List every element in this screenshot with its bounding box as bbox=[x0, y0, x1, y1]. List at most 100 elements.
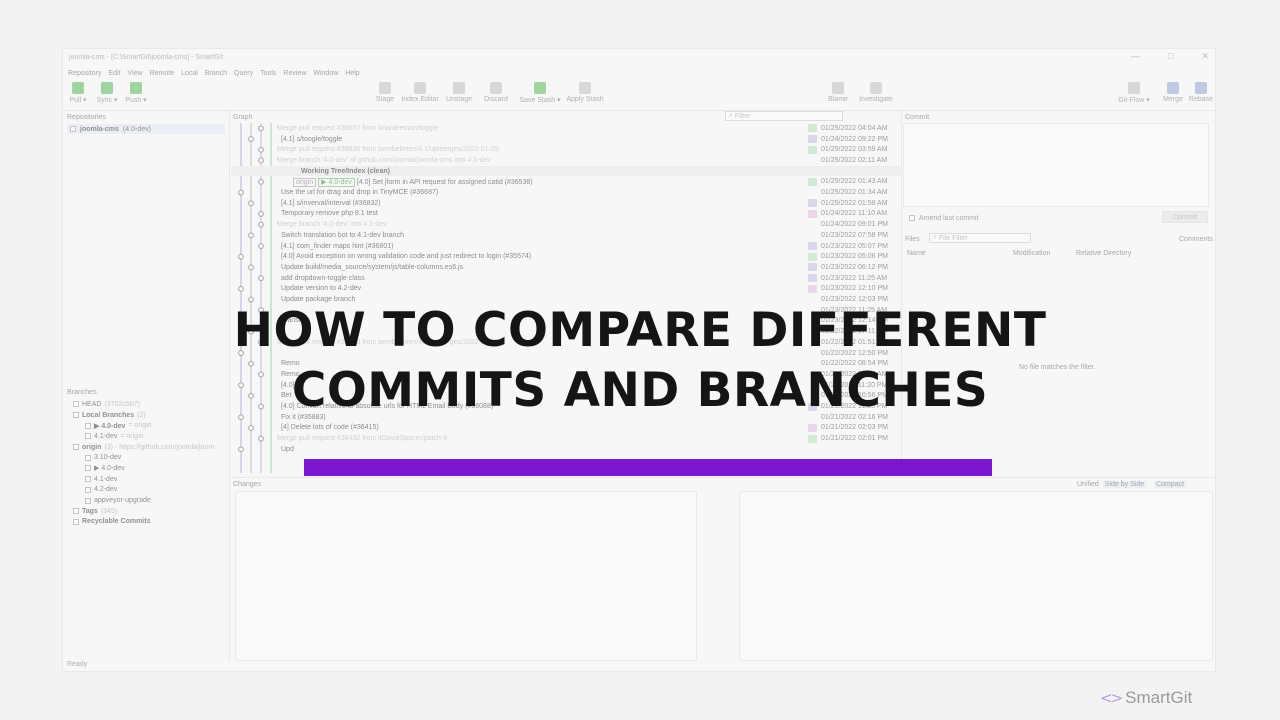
blame-button[interactable]: Blame bbox=[819, 81, 857, 103]
commit-message-input[interactable] bbox=[903, 123, 1209, 207]
video-title-line-1: HOW TO COMPARE DIFFERENT bbox=[233, 303, 1047, 358]
repository-item[interactable]: joomla-cms (4.0-dev) bbox=[67, 124, 225, 134]
branch-item[interactable]: origin (3) - https://github.com/joomla/jo… bbox=[67, 442, 227, 453]
rebase-button[interactable]: Rebase bbox=[1182, 81, 1215, 103]
branch-checkbox[interactable] bbox=[85, 433, 91, 440]
branch-item[interactable]: Tags (345) bbox=[67, 506, 227, 517]
commit-row[interactable]: add dropdown-toggle class 01/23/2022 11:2… bbox=[231, 273, 901, 284]
commit-row[interactable]: Update version to 4.2-dev 01/23/2022 12:1… bbox=[231, 284, 901, 295]
commit-row[interactable]: Merge pull request #36432 from itDavidSp… bbox=[231, 433, 901, 444]
side-by-side-view-button[interactable]: Side by Side bbox=[1102, 480, 1147, 488]
maximize-button[interactable]: □ bbox=[1168, 51, 1173, 62]
branch-checkbox[interactable] bbox=[85, 476, 91, 483]
author-avatar bbox=[808, 209, 817, 218]
close-button[interactable]: ✕ bbox=[1201, 51, 1209, 62]
git-flow-button[interactable]: Git-Flow ▾ bbox=[1113, 81, 1155, 104]
branch-item[interactable]: Recyclable Commits bbox=[67, 517, 227, 528]
commit-message: [4.1] com_finder maps hint (#36801) bbox=[281, 242, 394, 250]
commit-date: 01/23/2022 05:06 PM bbox=[821, 253, 888, 261]
commit-row[interactable]: Use the url for drag and drop in TinyMCE… bbox=[231, 187, 901, 198]
col-modification[interactable]: Modification bbox=[1013, 250, 1050, 257]
commit-row[interactable]: [4.1] com_finder maps hint (#36801) 01/23… bbox=[231, 241, 901, 252]
branch-item[interactable]: 4.1-dev = origin bbox=[67, 431, 227, 442]
menu-remote[interactable]: Remote bbox=[150, 70, 175, 77]
author-avatar bbox=[808, 135, 817, 144]
branch-item[interactable]: ▶ 4.0-dev bbox=[67, 463, 227, 474]
branch-item[interactable]: 4.1-dev bbox=[67, 474, 227, 485]
commit-row[interactable]: Merge pull request #36637 from brianteem… bbox=[231, 123, 901, 134]
discard-button[interactable]: Discard bbox=[477, 81, 515, 103]
menu-review[interactable]: Review bbox=[283, 70, 306, 77]
menu-branch[interactable]: Branch bbox=[205, 70, 227, 77]
commit-row[interactable]: Update build/media_source/system/js/tabl… bbox=[231, 262, 901, 273]
investigate-button[interactable]: Investigate bbox=[854, 81, 898, 103]
branch-checkbox[interactable] bbox=[73, 508, 79, 515]
branch-checkbox[interactable] bbox=[85, 454, 91, 461]
branch-checkbox[interactable] bbox=[73, 518, 79, 525]
commit-message: Merge pull request #36636 from bembelime… bbox=[277, 146, 499, 154]
branch-checkbox[interactable] bbox=[85, 465, 91, 472]
push-button[interactable]: Push ▾ bbox=[117, 81, 155, 104]
commit-date: 01/23/2022 12:03 PM bbox=[821, 296, 888, 304]
commit-row[interactable]: Merge pull request #36636 from bembelime… bbox=[231, 144, 901, 155]
commit-row[interactable]: Merge branch '4.0-dev' of github.com/joo… bbox=[231, 155, 901, 166]
branch-item[interactable]: 3.10-dev bbox=[67, 452, 227, 463]
branch-checkbox[interactable] bbox=[85, 497, 91, 504]
index-editor-button[interactable]: Index Editor bbox=[401, 81, 439, 103]
menu-local[interactable]: Local bbox=[181, 70, 198, 77]
commit-row[interactable]: [4] Delete lots of code (#36415) 01/21/20… bbox=[231, 423, 901, 434]
branch-item[interactable]: 4.2-dev bbox=[67, 485, 227, 496]
menu-tools[interactable]: Tools bbox=[260, 70, 276, 77]
file-filter-input[interactable]: ⌕ File Filter bbox=[929, 233, 1031, 243]
graph-filter-input[interactable]: ⌕ Filter bbox=[725, 111, 843, 121]
unified-view-button[interactable]: Unified bbox=[1077, 481, 1099, 488]
commit-button[interactable]: Commit bbox=[1162, 211, 1208, 223]
col-relative-directory[interactable]: Relative Directory bbox=[1076, 250, 1131, 257]
commit-row[interactable]: Temporary remove php 8.1 test 01/24/2022 … bbox=[231, 209, 901, 220]
commit-row[interactable]: Working Tree/Index (clean) bbox=[231, 165, 901, 177]
menu-edit[interactable]: Edit bbox=[108, 70, 120, 77]
branch-label: origin bbox=[82, 443, 102, 451]
commit-message: Temporary remove php 8.1 test bbox=[281, 210, 378, 218]
comments-toggle[interactable]: Comments bbox=[1179, 234, 1213, 244]
menu-help[interactable]: Help bbox=[345, 70, 359, 77]
toolbar: Pull ▾ Sync ▾ Push ▾ Stage Index Editor … bbox=[63, 81, 1215, 107]
stage-button[interactable]: Stage bbox=[366, 81, 404, 103]
commit-row[interactable]: Merge branch '4.0-dev' into 4.1-dev 01/24… bbox=[231, 219, 901, 230]
menu-view[interactable]: View bbox=[128, 70, 143, 77]
compact-button[interactable]: Compact bbox=[1154, 480, 1187, 488]
commit-row[interactable]: Switch translation bot to 4.1-dev branch… bbox=[231, 230, 901, 241]
branch-item[interactable]: ▶ 4.0-dev = origin bbox=[67, 420, 227, 431]
commit-message: Use the url for drag and drop in TinyMCE… bbox=[281, 189, 439, 197]
commit-row[interactable]: Upd bbox=[231, 444, 901, 455]
rebase-icon bbox=[1195, 82, 1207, 94]
col-name[interactable]: Name bbox=[907, 250, 926, 257]
repo-checkbox[interactable] bbox=[70, 126, 76, 132]
branch-checkbox[interactable] bbox=[85, 422, 91, 429]
unstage-button[interactable]: Unstage bbox=[440, 81, 478, 103]
menu-window[interactable]: Window bbox=[313, 70, 338, 77]
commit-message: [4] Delete lots of code (#36415) bbox=[281, 424, 379, 432]
branch-label: 4.1-dev bbox=[94, 432, 118, 440]
ref-label[interactable]: origin bbox=[293, 177, 317, 187]
commit-row[interactable]: [4.1] s/toogle/toggle 01/24/2022 09:22 PM bbox=[231, 134, 901, 145]
branch-item[interactable]: appveyor-upgrade bbox=[67, 495, 227, 506]
save-stash-button[interactable]: Save Stash ▾ bbox=[518, 81, 562, 104]
menu-query[interactable]: Query bbox=[234, 70, 253, 77]
branch-label: Tags bbox=[82, 507, 98, 515]
amend-last-commit[interactable]: Amend last commit bbox=[909, 213, 979, 223]
menu-repository[interactable]: Repository bbox=[68, 70, 101, 77]
commit-row[interactable]: [4.1] s/inverval/interval (#36832) 01/25/… bbox=[231, 198, 901, 209]
branch-info: = origin bbox=[128, 422, 152, 430]
commit-date: 01/25/2022 01:43 AM bbox=[821, 178, 888, 186]
amend-checkbox[interactable] bbox=[909, 215, 915, 221]
branch-checkbox[interactable] bbox=[73, 444, 79, 451]
minimize-button[interactable]: — bbox=[1131, 51, 1140, 62]
branch-label: 3.10-dev bbox=[94, 454, 122, 462]
apply-stash-button[interactable]: Apply Stash bbox=[563, 81, 607, 103]
push-icon bbox=[130, 82, 142, 94]
commit-row[interactable]: origin ▶ 4.0-dev [4.0] Set jform in API re… bbox=[231, 177, 901, 188]
ref-label[interactable]: ▶ 4.0-dev bbox=[318, 177, 355, 187]
commit-row[interactable]: [4.0] Avoid exception on wrong validatio… bbox=[231, 251, 901, 262]
branch-checkbox[interactable] bbox=[85, 486, 91, 493]
